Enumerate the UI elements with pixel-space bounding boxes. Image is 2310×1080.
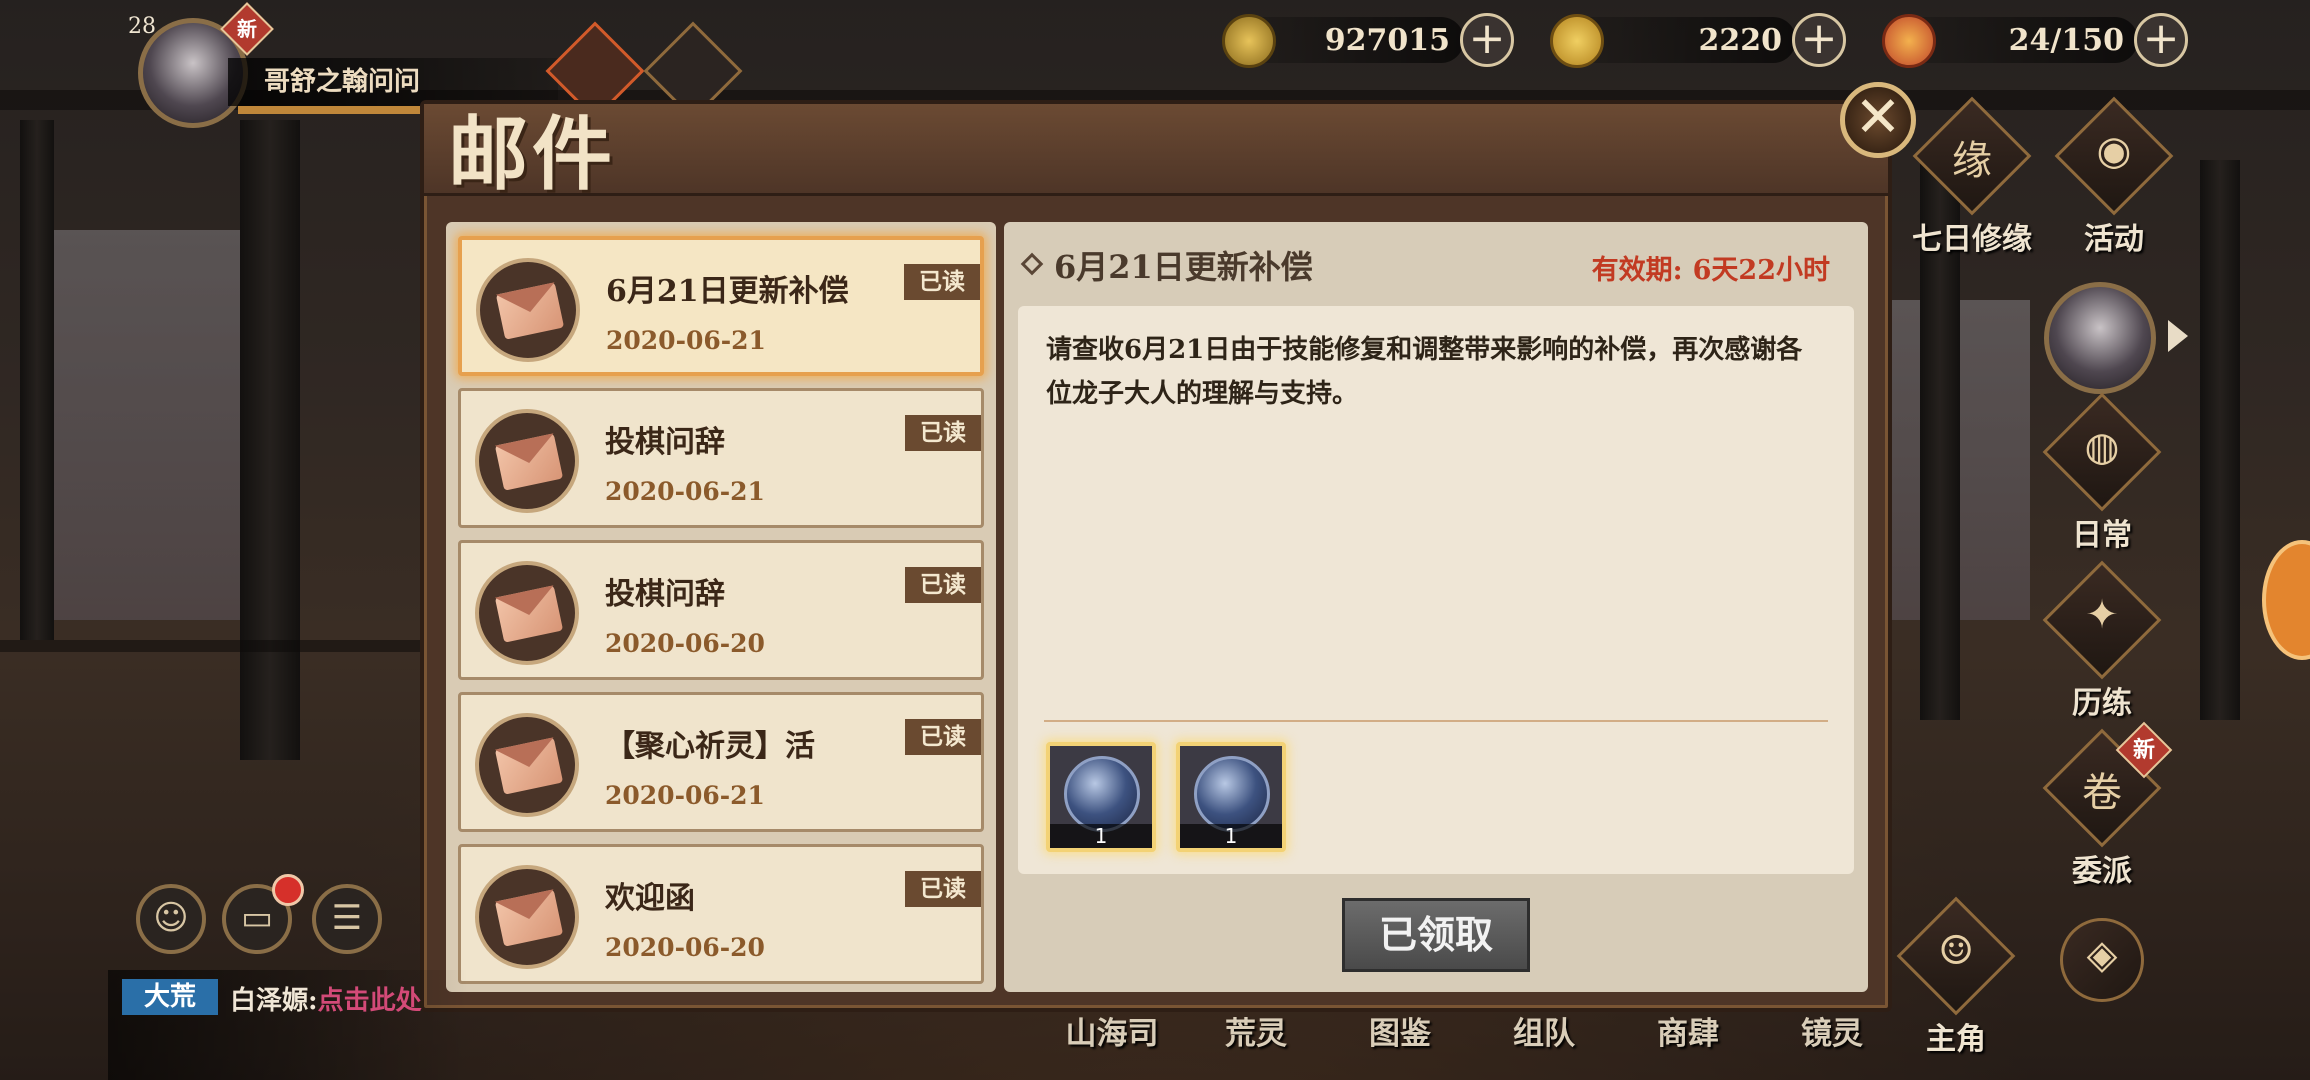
read-badge: 已读 <box>905 871 981 907</box>
expiry-text: 有效期: 6天22小时 <box>1592 248 1830 287</box>
chat-message: 白泽嫄:点击此处 <box>230 986 422 1016</box>
seven-day-button[interactable]: 缘 七日修缘 <box>1912 96 2032 257</box>
mail-title: 欢迎函 <box>605 881 695 916</box>
currency-copper: 927015 + <box>1222 13 1514 68</box>
nav-team[interactable]: 组队 <box>1472 1008 1616 1053</box>
read-badge: 已读 <box>904 264 980 300</box>
detail-header: 6月21日更新补偿 有效期: 6天22小时 <box>1018 236 1854 296</box>
mail-detail: 6月21日更新补偿 有效期: 6天22小时 请查收6月21日由于技能修复和调整带来… <box>1004 222 1868 992</box>
reward-item[interactable]: 1 <box>1046 742 1156 852</box>
diamond-icon <box>1020 252 1044 276</box>
side-label: 历练 <box>2072 686 2132 721</box>
scroll-icon: 缘 <box>1952 138 1992 184</box>
bottom-nav: 山海司 荒灵 图鉴 组队 商肆 镜灵 <box>1040 1008 1904 1053</box>
companion-avatar[interactable] <box>2044 282 2156 394</box>
mail-date: 2020-06-21 <box>605 781 765 810</box>
nav-huangling[interactable]: 荒灵 <box>1184 1008 1328 1053</box>
mail-message: 请查收6月21日由于技能修复和调整带来影响的补偿，再次感谢各位龙子大人的理解与支… <box>1046 335 1803 409</box>
nav-jingling[interactable]: 镜灵 <box>1760 1008 1904 1053</box>
reward-qty: 1 <box>1050 824 1152 848</box>
player-info[interactable]: 28 新 哥舒之翰问问 <box>128 2 558 134</box>
mail-title: 投棋问辞 <box>605 577 725 612</box>
lantern-icon: ◉ <box>2096 128 2132 174</box>
mail-item[interactable]: 【聚心祈灵】活 2020-06-21 已读 <box>458 692 984 832</box>
compass-icon: ◈ <box>2086 932 2118 978</box>
panel-title: 邮件 <box>448 107 616 201</box>
envelope-icon <box>475 561 579 665</box>
divider <box>1044 720 1828 722</box>
training-button[interactable]: ✦ 历练 <box>2042 560 2162 721</box>
jade-ring-icon <box>1550 14 1604 68</box>
currency-stamina: 24/150 + <box>1882 13 2188 68</box>
side-label: 委派 <box>2072 854 2132 889</box>
currency-jade: 2220 + <box>1550 13 1846 68</box>
detail-body: 请查收6月21日由于技能修复和调整带来影响的补偿，再次感谢各位龙子大人的理解与支… <box>1018 306 1854 874</box>
mail-item[interactable]: 投棋问辞 2020-06-21 已读 <box>458 388 984 528</box>
mail-item[interactable]: 投棋问辞 2020-06-20 已读 <box>458 540 984 680</box>
stamina-gourd-icon <box>1882 14 1936 68</box>
chat-bar[interactable]: 大荒 白泽嫄:点击此处 <box>108 970 468 1080</box>
gift-letter-icon <box>475 865 579 969</box>
gift-letter-icon <box>476 258 580 362</box>
eye-seal-icon: ◍ <box>2084 424 2120 470</box>
notification-dot <box>272 874 304 906</box>
mail-date: 2020-06-20 <box>605 629 765 658</box>
blue-medal-icon <box>1194 756 1270 832</box>
mail-date: 2020-06-20 <box>605 933 765 962</box>
chat-channel[interactable]: 大荒 <box>122 979 218 1015</box>
nav-shanhaisi[interactable]: 山海司 <box>1040 1008 1184 1053</box>
close-button[interactable]: ✕ <box>1840 82 1916 158</box>
mail-item[interactable]: 6月21日更新补偿 2020-06-21 已读 <box>458 236 984 376</box>
activity-button[interactable]: ◉ 活动 <box>2054 96 2174 257</box>
side-label: 主角 <box>1926 1022 1986 1057</box>
dragon-icon: ✦ <box>2085 592 2119 638</box>
read-badge: 已读 <box>905 719 981 755</box>
add-copper-button[interactable]: + <box>1460 13 1514 67</box>
nav-tujian[interactable]: 图鉴 <box>1328 1008 1472 1053</box>
mail-date: 2020-06-21 <box>605 477 765 506</box>
dispatch-button[interactable]: 卷 新 委派 <box>2042 721 2173 889</box>
panel-header: 邮件 <box>424 104 1888 201</box>
mail-list[interactable]: 6月21日更新补偿 2020-06-21 已读 投棋问辞 2020-06-21 … <box>446 222 996 992</box>
expand-arrow-icon[interactable] <box>2168 320 2188 352</box>
mail-title: 投棋问辞 <box>605 425 725 460</box>
friends-icon[interactable]: ☺ <box>136 884 206 954</box>
reward-qty: 1 <box>1180 824 1282 848</box>
compass-button[interactable]: ◈ <box>2042 908 2162 1028</box>
side-label: 日常 <box>2072 518 2132 553</box>
side-label: 七日修缘 <box>1912 222 2032 257</box>
nav-shop[interactable]: 商肆 <box>1616 1008 1760 1053</box>
mail-date: 2020-06-21 <box>606 326 766 355</box>
read-badge: 已读 <box>905 415 981 451</box>
gift-letter-icon <box>475 713 579 817</box>
mail-title: 【聚心祈灵】活 <box>605 729 815 764</box>
daily-button[interactable]: ◍ 日常 <box>2042 392 2162 553</box>
envelope-icon <box>475 409 579 513</box>
list-icon[interactable]: ☰ <box>312 884 382 954</box>
copper-coin-icon <box>1222 14 1276 68</box>
blue-medal-icon <box>1064 756 1140 832</box>
claimed-button[interactable]: 已领取 <box>1342 898 1530 972</box>
reward-item[interactable]: 1 <box>1176 742 1286 852</box>
hero-button[interactable]: ☺ 主角 <box>1896 896 2016 1057</box>
read-badge: 已读 <box>905 567 981 603</box>
add-jade-button[interactable]: + <box>1792 13 1846 67</box>
mail-item[interactable]: 欢迎函 2020-06-20 已读 <box>458 844 984 984</box>
detail-title: 6月21日更新补偿 <box>1054 248 1313 286</box>
side-label: 活动 <box>2084 222 2144 257</box>
player-level: 28 <box>128 14 156 39</box>
mail-title: 6月21日更新补偿 <box>606 274 849 309</box>
expiry-label: 有效期: <box>1591 255 1683 286</box>
expiry-value: 6天22小时 <box>1692 255 1830 286</box>
hero-portrait-icon: ☺ <box>1938 928 1974 974</box>
add-stamina-button[interactable]: + <box>2134 13 2188 67</box>
chat-link[interactable]: 点击此处 <box>318 986 422 1016</box>
